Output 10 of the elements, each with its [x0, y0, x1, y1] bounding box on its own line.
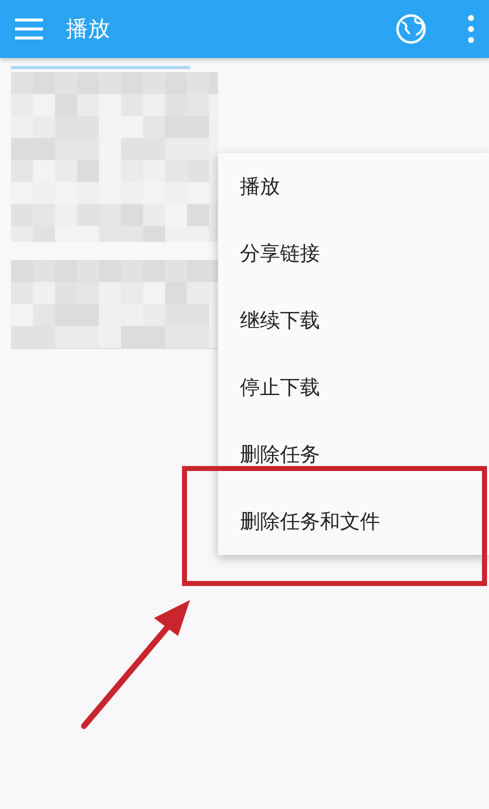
- menu-item[interactable]: 删除任务和文件: [218, 488, 489, 555]
- more-icon[interactable]: [467, 14, 475, 44]
- menu-item[interactable]: 播放: [218, 153, 489, 220]
- menu-item[interactable]: 分享链接: [218, 220, 489, 287]
- globe-icon[interactable]: [395, 13, 427, 45]
- menu-item[interactable]: 删除任务: [218, 421, 489, 488]
- app-bar-title: 播放: [66, 16, 111, 44]
- menu-icon[interactable]: [14, 17, 44, 41]
- menu-item[interactable]: 继续下载: [218, 287, 489, 354]
- menu-item[interactable]: 停止下载: [218, 354, 489, 421]
